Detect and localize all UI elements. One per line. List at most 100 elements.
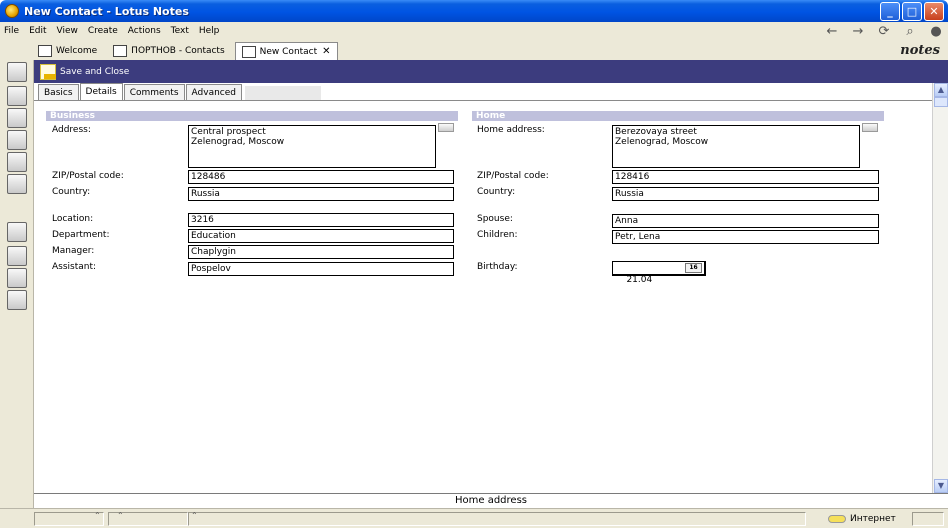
menu-file[interactable]: File: [4, 26, 19, 36]
home-zip-label: ZIP/Postal code:: [477, 171, 549, 181]
tab-basics[interactable]: Basics: [38, 84, 79, 100]
manager-label: Manager:: [52, 246, 95, 256]
calendar-picker-icon[interactable]: 16: [685, 263, 702, 273]
document-icon: [241, 45, 256, 58]
birthday-label: Birthday:: [477, 262, 518, 272]
vertical-scrollbar[interactable]: ▲ ▼: [932, 83, 948, 493]
department-label: Department:: [52, 230, 110, 240]
form-tabs: Basics Details Comments Advanced: [34, 83, 932, 100]
minimize-button[interactable]: _: [880, 2, 900, 21]
scroll-up-button[interactable]: ▲: [934, 83, 948, 97]
zone-label: Интернет: [850, 514, 896, 524]
status-dropdown-icon[interactable]: ⌃: [191, 511, 198, 520]
search-icon[interactable]: ⌕: [902, 23, 918, 39]
spouse-field[interactable]: Anna: [612, 214, 879, 228]
notes-brand-logo: notes: [900, 43, 940, 58]
security-zone[interactable]: Интернет: [828, 512, 910, 526]
window-controls: _ □ ✕: [880, 2, 944, 21]
business-zip-label: ZIP/Postal code:: [52, 171, 124, 181]
home-address-field[interactable]: Berezovaya street Zelenograd, Moscow: [612, 125, 860, 168]
children-label: Children:: [477, 230, 518, 240]
scroll-thumb[interactable]: [934, 97, 948, 107]
lotus-notes-app-icon[interactable]: [5, 4, 19, 18]
welcome-page-icon: [38, 45, 52, 57]
window-tab-label: ПОРТНОВ - Contacts: [131, 46, 225, 56]
status-bar: ⌃ ⌃ ⌃ Интернет: [0, 508, 948, 528]
business-address-label: Address:: [52, 125, 91, 135]
bookmark-folder-icon[interactable]: [7, 268, 27, 288]
save-and-close-label: Save and Close: [60, 66, 130, 77]
window-tab-new-contact[interactable]: New Contact ✕: [234, 42, 338, 60]
tab-advanced[interactable]: Advanced: [185, 84, 242, 100]
status-message-area: [188, 512, 806, 526]
birthday-field[interactable]: 21.04 16: [612, 261, 706, 285]
home-address-dialog-button[interactable]: [862, 123, 878, 132]
globe-icon[interactable]: ●: [928, 23, 944, 39]
window-tab-label: New Contact: [259, 46, 318, 57]
menu-create[interactable]: Create: [88, 26, 118, 36]
home-zip-field[interactable]: 128416: [612, 170, 879, 184]
home-address-label: Home address:: [477, 125, 545, 135]
menu-edit[interactable]: Edit: [29, 26, 46, 36]
hidden-tab: [245, 86, 321, 100]
scroll-down-button[interactable]: ▼: [934, 479, 948, 493]
spouse-label: Spouse:: [477, 214, 513, 224]
manager-field[interactable]: Chaplygin: [188, 245, 454, 259]
close-tab-icon[interactable]: ✕: [322, 46, 330, 57]
menu-help[interactable]: Help: [199, 26, 220, 36]
menu-text[interactable]: Text: [171, 26, 189, 36]
address-dialog-button[interactable]: [438, 123, 454, 132]
bookmark-history-icon[interactable]: [7, 290, 27, 310]
bookmark-todo-icon[interactable]: [7, 130, 27, 150]
bookmark-bar: [0, 60, 34, 508]
business-country-label: Country:: [52, 187, 91, 197]
tab-details[interactable]: Details: [79, 83, 123, 100]
home-country-field[interactable]: Russia: [612, 187, 879, 201]
refresh-icon[interactable]: ⟳: [876, 23, 892, 39]
forward-arrow-icon[interactable]: →: [850, 23, 866, 39]
menu-actions[interactable]: Actions: [128, 26, 161, 36]
department-field[interactable]: Education: [188, 229, 454, 243]
home-section-heading: Home: [472, 111, 884, 121]
bookmark-calendar-icon[interactable]: [7, 86, 27, 106]
navigation-toolbar: ← → ⟳ ⌕ ●: [824, 23, 944, 39]
assistant-field[interactable]: Pospelov: [188, 262, 454, 276]
status-dropdown-icon[interactable]: ⌃: [94, 511, 101, 520]
save-and-close-button[interactable]: Save and Close: [40, 63, 130, 80]
internet-zone-icon: [828, 515, 846, 523]
contacts-icon: [113, 45, 128, 57]
maximize-button[interactable]: □: [902, 2, 922, 21]
bookmark-more-icon[interactable]: [7, 246, 27, 266]
children-field[interactable]: Petr, Lena: [612, 230, 879, 244]
back-arrow-icon[interactable]: ←: [824, 23, 840, 39]
bookmark-databases-icon[interactable]: [7, 222, 27, 242]
close-window-button[interactable]: ✕: [924, 2, 944, 21]
window-tab-bar: Welcome ПОРТНОВ - Contacts New Contact ✕…: [0, 40, 948, 60]
business-country-field[interactable]: Russia: [188, 187, 454, 201]
window-tab-label: Welcome: [56, 46, 98, 56]
bookmark-replicator-icon[interactable]: [7, 152, 27, 172]
window-tab-contacts[interactable]: ПОРТНОВ - Contacts: [107, 42, 230, 60]
business-zip-field[interactable]: 128486: [188, 170, 454, 184]
location-field[interactable]: 3216: [188, 213, 454, 227]
birthday-value: 21.04: [626, 275, 653, 285]
assistant-label: Assistant:: [52, 262, 97, 272]
menu-bar: File Edit View Create Actions Text Help …: [0, 22, 948, 40]
bookmark-mail-icon[interactable]: [7, 62, 27, 82]
window-tab-welcome[interactable]: Welcome: [32, 42, 103, 60]
field-help-bar: Home address: [34, 493, 948, 508]
action-bar: Save and Close: [34, 60, 948, 83]
tab-comments[interactable]: Comments: [123, 84, 185, 100]
title-bar: New Contact - Lotus Notes _ □ ✕: [0, 0, 948, 22]
bookmark-favorites-icon[interactable]: [7, 174, 27, 194]
status-dropdown-icon[interactable]: ⌃: [117, 511, 124, 520]
business-address-field[interactable]: Central prospect Zelenograd, Moscow: [188, 125, 436, 168]
business-section-heading: Business: [46, 111, 458, 121]
status-location-segment[interactable]: [912, 512, 944, 526]
window-title: New Contact - Lotus Notes: [24, 4, 189, 18]
contact-details-form: Business Address: Central prospect Zelen…: [34, 100, 932, 493]
menu-view[interactable]: View: [57, 26, 78, 36]
home-country-label: Country:: [477, 187, 516, 197]
bookmark-contacts-icon[interactable]: [7, 108, 27, 128]
save-icon: [40, 63, 56, 80]
